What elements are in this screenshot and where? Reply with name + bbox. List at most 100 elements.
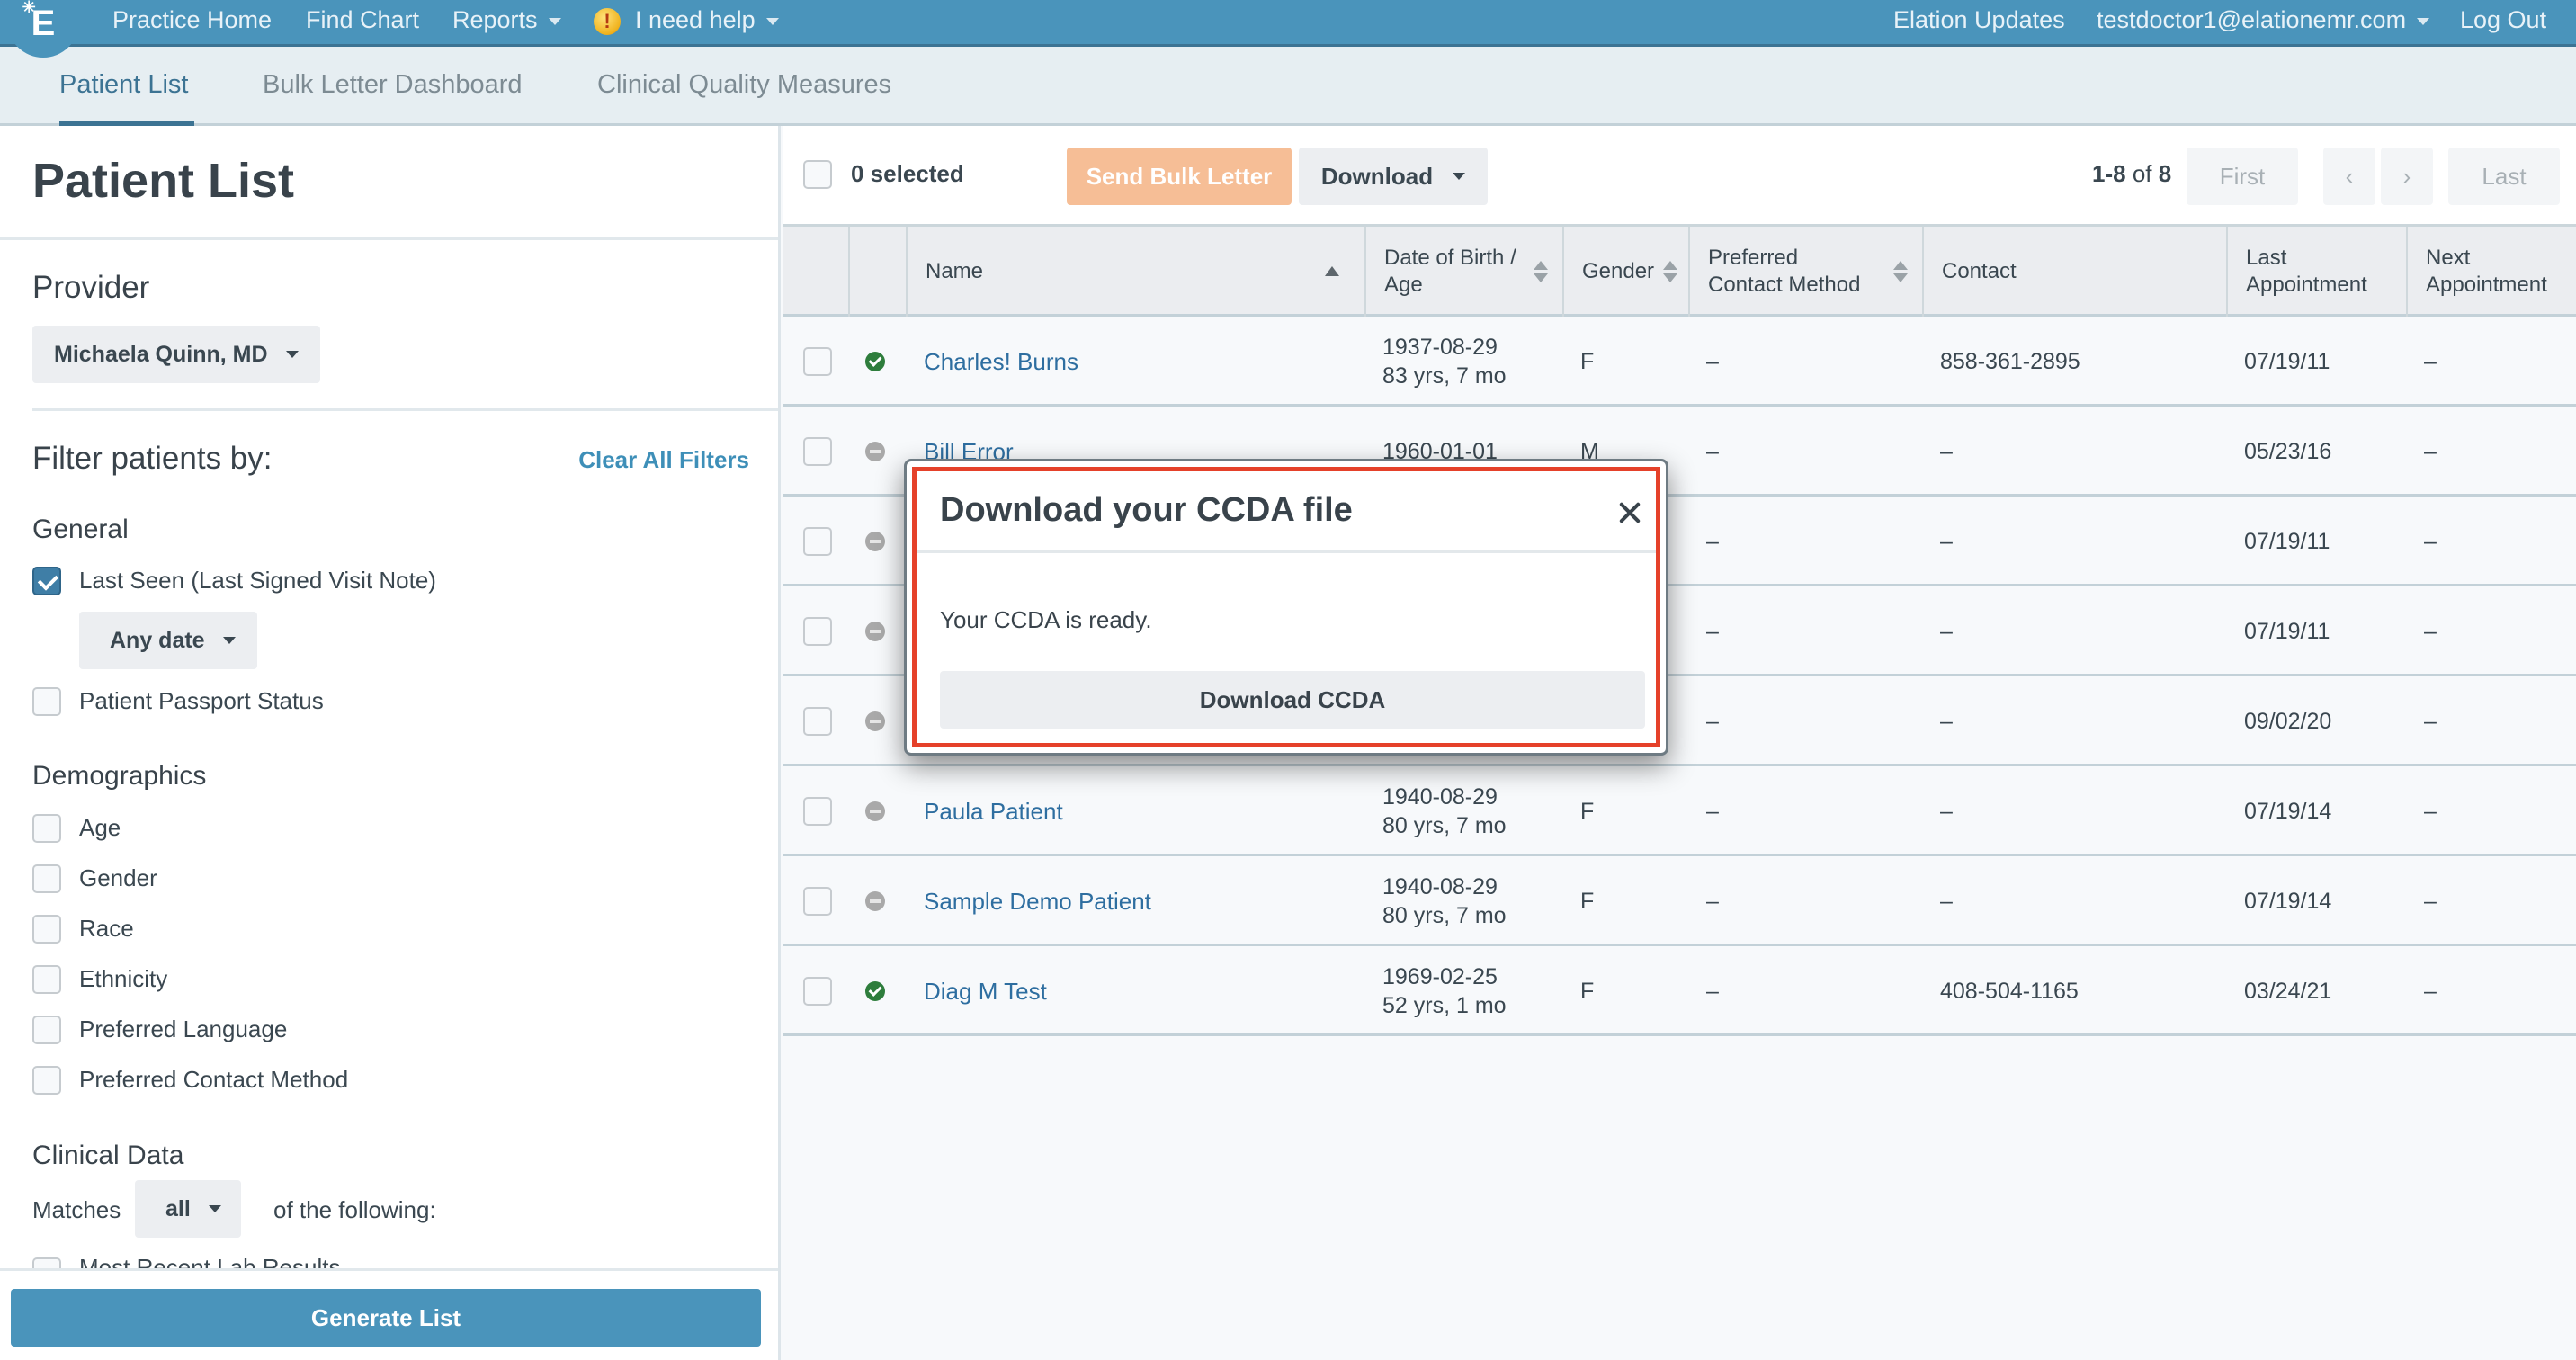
row-checkbox[interactable] — [803, 347, 832, 376]
next-appointment-cell: – — [2424, 979, 2437, 1004]
status-inactive-icon — [865, 711, 885, 731]
next-appointment-cell: – — [2424, 529, 2437, 554]
clinical-data-heading: Clinical Data — [32, 1141, 184, 1170]
matches-select[interactable]: all — [135, 1180, 241, 1238]
download-ccda-button[interactable]: Download CCDA — [940, 671, 1645, 729]
nav-user-menu[interactable]: testdoctor1@elationemr.com — [2097, 0, 2430, 40]
general-heading: General — [32, 514, 129, 544]
modal-highlight-frame: Download your CCDA file Your CCDA is rea… — [912, 467, 1660, 747]
contact-cell: – — [1940, 889, 1953, 914]
patient-name-link[interactable]: Sample Demo Patient — [924, 887, 1151, 916]
row-checkbox[interactable] — [803, 617, 832, 646]
dob: 1969-02-25 — [1382, 964, 1498, 989]
contact-cell: 408-504-1165 — [1940, 979, 2079, 1004]
table-row: Paula Patient 1940-08-29 80 yrs, 7 mo F – – 07… — [783, 766, 2576, 856]
status-inactive-icon — [865, 891, 885, 911]
chevron-down-icon — [222, 637, 236, 644]
clear-all-filters-link[interactable]: Clear All Filters — [578, 446, 749, 474]
selected-count: 0 selected — [851, 160, 964, 187]
ethnicity-checkbox[interactable] — [32, 965, 61, 994]
contact-cell: – — [1940, 619, 1953, 644]
previous-page-button[interactable]: ‹ — [2323, 148, 2375, 205]
next-appointment-cell: – — [2424, 349, 2437, 374]
age: 52 yrs, 1 mo — [1382, 993, 1507, 1018]
header-select-col — [783, 227, 848, 317]
tab-patient-list[interactable]: Patient List — [59, 70, 188, 100]
select-all-checkbox[interactable] — [803, 160, 832, 189]
row-checkbox[interactable] — [803, 977, 832, 1006]
matches-label: Matches — [32, 1196, 121, 1223]
last-seen-date-select[interactable]: Any date — [79, 612, 257, 669]
preferred-contact-cell: – — [1706, 889, 1719, 914]
row-checkbox[interactable] — [803, 707, 832, 736]
nav-find-chart[interactable]: Find Chart — [306, 0, 419, 40]
preferred-contact-cell: – — [1706, 439, 1719, 464]
last-appointment-cell: 07/19/11 — [2244, 529, 2330, 554]
contact-cell: – — [1940, 439, 1953, 464]
header-name[interactable]: Name — [906, 227, 1364, 317]
divider — [0, 237, 778, 240]
preferred-contact-cell: – — [1706, 979, 1719, 1004]
first-page-button[interactable]: First — [2187, 148, 2298, 205]
row-checkbox[interactable] — [803, 527, 832, 556]
lab-results-checkbox[interactable] — [32, 1257, 61, 1268]
header-next-appointment: Next Appointment — [2406, 227, 2576, 317]
header-preferred-contact[interactable]: Preferred Contact Method — [1688, 227, 1922, 317]
row-checkbox[interactable] — [803, 797, 832, 826]
status-active-icon — [865, 981, 885, 1001]
ethnicity-label: Ethnicity — [79, 965, 168, 992]
preferred-contact-cell: – — [1706, 709, 1719, 734]
header-gender[interactable]: Gender — [1562, 227, 1688, 317]
race-label: Race — [79, 915, 134, 942]
tab-clinical-quality-measures[interactable]: Clinical Quality Measures — [597, 70, 891, 100]
chevron-down-icon — [548, 17, 561, 25]
header-dob-age[interactable]: Date of Birth / Age — [1364, 227, 1562, 317]
preferred-language-checkbox[interactable] — [32, 1016, 61, 1044]
age-checkbox[interactable] — [32, 814, 61, 843]
nav-practice-home[interactable]: Practice Home — [112, 0, 272, 40]
generate-list-button[interactable]: Generate List — [11, 1289, 761, 1347]
close-icon[interactable] — [1613, 495, 1649, 531]
gender-checkbox[interactable] — [32, 864, 61, 893]
preferred-contact-method-checkbox[interactable] — [32, 1066, 61, 1095]
chevron-down-icon — [765, 17, 779, 25]
patient-passport-checkbox[interactable] — [32, 687, 61, 716]
nav-elation-updates[interactable]: Elation Updates — [1893, 0, 2065, 40]
chevron-down-icon — [1453, 173, 1466, 180]
sort-icon — [1534, 261, 1548, 284]
last-appointment-cell: 03/24/21 — [2244, 979, 2332, 1004]
send-bulk-letter-button[interactable]: Send Bulk Letter — [1067, 148, 1292, 205]
header-status-col — [848, 227, 906, 317]
status-inactive-icon — [865, 532, 885, 551]
age-label: Age — [79, 814, 121, 841]
tab-bulk-letter-dashboard[interactable]: Bulk Letter Dashboard — [263, 70, 523, 100]
gender-label: Gender — [79, 864, 157, 891]
race-checkbox[interactable] — [32, 915, 61, 944]
next-appointment-cell: – — [2424, 709, 2437, 734]
dob-cell: 1937-08-29 83 yrs, 7 mo — [1382, 317, 1507, 407]
pagination-info: 1-8 of 8 — [2092, 160, 2172, 187]
gender-cell: F — [1580, 349, 1595, 374]
patient-name-link[interactable]: Diag M Test — [924, 977, 1047, 1006]
dob: 1937-08-29 — [1382, 335, 1498, 360]
modal-message: Your CCDA is ready. — [940, 606, 1152, 633]
nav-reports[interactable]: Reports — [452, 0, 561, 40]
nav-help[interactable]: ! I need help — [594, 0, 779, 40]
provider-select[interactable]: Michaela Quinn, MD — [32, 326, 320, 383]
last-page-button[interactable]: Last — [2448, 148, 2560, 205]
filter-sidebar: Patient List Provider Michaela Quinn, MD… — [0, 126, 781, 1360]
patient-name-link[interactable]: Charles! Burns — [924, 347, 1078, 376]
row-checkbox[interactable] — [803, 437, 832, 466]
next-page-button[interactable]: › — [2381, 148, 2433, 205]
exclamation-icon: ! — [594, 7, 621, 35]
download-dropdown-button[interactable]: Download — [1299, 148, 1488, 205]
patient-name-link[interactable]: Paula Patient — [924, 797, 1063, 826]
last-seen-checkbox[interactable] — [32, 567, 61, 595]
divider — [32, 408, 778, 411]
status-inactive-icon — [865, 622, 885, 641]
nav-log-out[interactable]: Log Out — [2460, 0, 2546, 40]
status-active-icon — [865, 352, 885, 371]
next-appointment-cell: – — [2424, 619, 2437, 644]
row-checkbox[interactable] — [803, 887, 832, 916]
next-appointment-cell: – — [2424, 799, 2437, 824]
